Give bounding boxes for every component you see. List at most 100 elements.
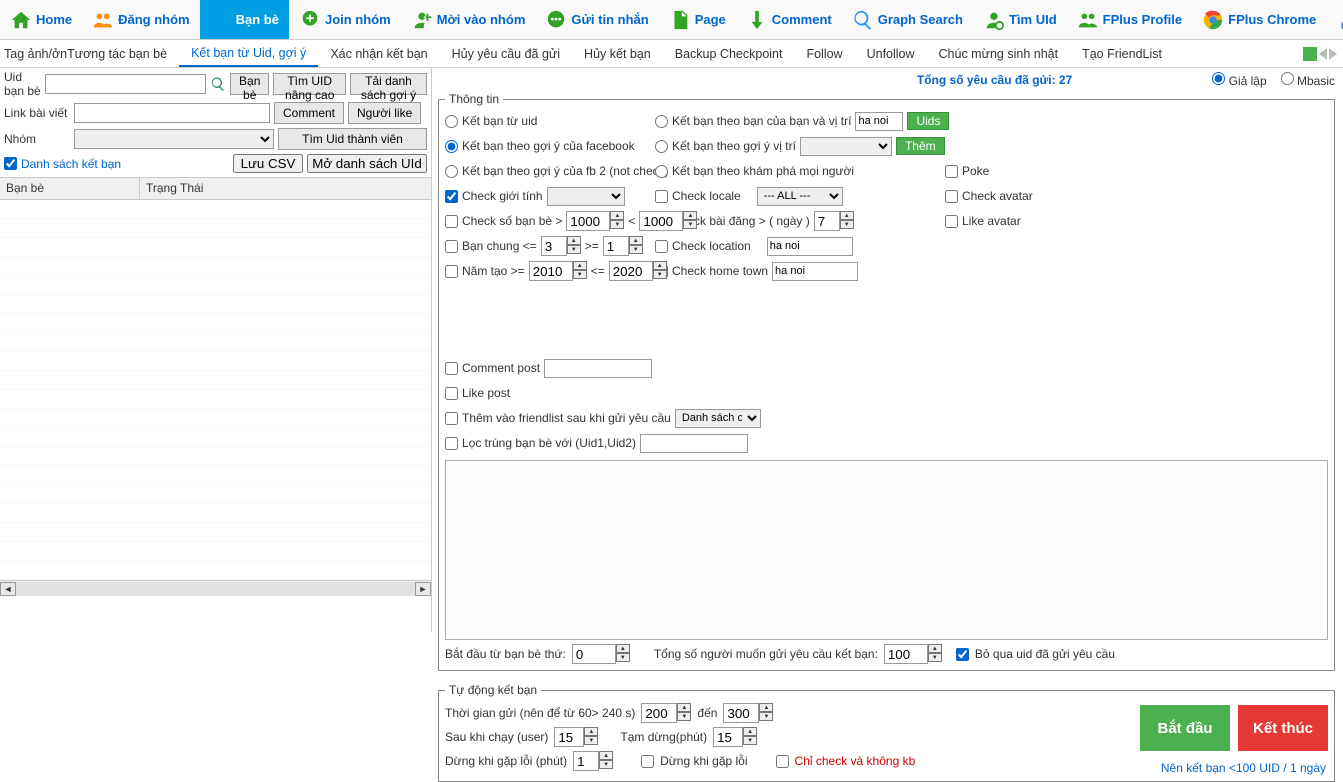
- chk-locale[interactable]: [655, 190, 668, 203]
- spin-down-icon[interactable]: ▼: [683, 220, 697, 229]
- btn-nguoi-like[interactable]: Người like: [348, 102, 421, 124]
- scroll-right-icon[interactable]: ►: [415, 582, 431, 596]
- subtab-huy-yc[interactable]: Hủy yêu cầu đã gửi: [440, 40, 572, 67]
- spin-up-icon[interactable]: ▲: [584, 727, 598, 736]
- spin-up-icon[interactable]: ▲: [683, 211, 697, 220]
- chk-like-avatar[interactable]: [945, 215, 958, 228]
- subtab-unfollow[interactable]: Unfollow: [855, 40, 927, 67]
- btn-mo-ds[interactable]: Mở danh sách UId: [307, 154, 427, 173]
- tam-dung-input[interactable]: [713, 727, 743, 747]
- spin-up-icon[interactable]: ▲: [653, 261, 667, 270]
- thoigian-min[interactable]: [641, 703, 677, 723]
- radio-gialap[interactable]: [1212, 72, 1225, 85]
- spin-down-icon[interactable]: ▼: [567, 245, 581, 254]
- vitri-input[interactable]: [855, 112, 903, 131]
- scroll-track[interactable]: [16, 582, 415, 596]
- tab-tim-uid[interactable]: Tìm UId: [973, 0, 1067, 39]
- subtab-ketban-uid[interactable]: Kết bạn từ Uid, gợi ý: [179, 40, 318, 67]
- chk-ds-kb[interactable]: [4, 157, 17, 170]
- search-icon[interactable]: [210, 74, 226, 94]
- chk-ban-chung[interactable]: [445, 240, 458, 253]
- location-input[interactable]: [767, 237, 853, 256]
- tab-home[interactable]: Home: [0, 0, 82, 39]
- chk-poke[interactable]: [945, 165, 958, 178]
- spin-up-icon[interactable]: ▲: [759, 703, 773, 712]
- btn-bat-dau[interactable]: Bắt đầu: [1140, 705, 1230, 751]
- tab-chrome[interactable]: FPlus Chrome: [1192, 0, 1326, 39]
- subtab-tag[interactable]: Tag ảnh/ởn: [0, 40, 67, 67]
- tab-graph-search[interactable]: Graph Search: [842, 0, 973, 39]
- spin-up-icon[interactable]: ▲: [677, 703, 691, 712]
- tab-comment[interactable]: Comment: [736, 0, 842, 39]
- spin-up-icon[interactable]: ▲: [599, 751, 613, 760]
- nam-tao-max[interactable]: [609, 261, 653, 281]
- chk-them-fl[interactable]: [445, 412, 458, 425]
- nav-prev-icon[interactable]: [1319, 48, 1327, 60]
- radio-uid[interactable]: [445, 115, 458, 128]
- tab-page[interactable]: Page: [659, 0, 736, 39]
- chk-dung-loi[interactable]: [641, 755, 654, 768]
- spin-up-icon[interactable]: ▲: [928, 644, 942, 653]
- spin-up-icon[interactable]: ▲: [610, 211, 624, 220]
- spin-down-icon[interactable]: ▼: [584, 736, 598, 745]
- uid-input[interactable]: [45, 74, 206, 94]
- spin-down-icon[interactable]: ▼: [616, 653, 630, 662]
- spin-down-icon[interactable]: ▼: [840, 220, 854, 229]
- so-bb-max[interactable]: [639, 211, 683, 231]
- bai-dang-val[interactable]: [814, 211, 840, 231]
- radio-kham-pha[interactable]: [655, 165, 668, 178]
- tab-join-nhom[interactable]: Join nhóm: [289, 0, 401, 39]
- radio-fb2[interactable]: [445, 165, 458, 178]
- btn-banbe[interactable]: Bạn bè: [230, 73, 269, 95]
- tab-gui-tin[interactable]: Gửi tin nhắn: [535, 0, 658, 39]
- chk-nam-tao[interactable]: [445, 265, 458, 278]
- spin-up-icon[interactable]: ▲: [567, 236, 581, 245]
- scroll-left-icon[interactable]: ◄: [0, 582, 16, 596]
- bat-dau-input[interactable]: [572, 644, 616, 664]
- loc-trung-input[interactable]: [640, 434, 748, 453]
- hometown-input[interactable]: [772, 262, 858, 281]
- btn-comment[interactable]: Comment: [274, 102, 344, 124]
- nhom-select[interactable]: [74, 129, 274, 149]
- link-input[interactable]: [74, 103, 270, 123]
- btn-tai-ds[interactable]: Tải danh sách gợi ý: [350, 73, 427, 95]
- ban-chung-max[interactable]: [541, 236, 567, 256]
- spin-up-icon[interactable]: ▲: [743, 727, 757, 736]
- chk-chi-check[interactable]: [776, 755, 789, 768]
- goi-y-vt-select[interactable]: [800, 137, 892, 156]
- chk-check-avatar[interactable]: [945, 190, 958, 203]
- gioitinh-select[interactable]: [547, 187, 625, 206]
- tab-ban-be[interactable]: Bạn bè: [200, 0, 289, 39]
- spin-down-icon[interactable]: ▼: [653, 270, 667, 279]
- spin-up-icon[interactable]: ▲: [616, 644, 630, 653]
- spin-down-icon[interactable]: ▼: [928, 653, 942, 662]
- spin-down-icon[interactable]: ▼: [677, 712, 691, 721]
- table-body[interactable]: [0, 200, 431, 580]
- chk-comment-post[interactable]: [445, 362, 458, 375]
- chk-gioitinh[interactable]: [445, 190, 458, 203]
- locale-select[interactable]: --- ALL ---: [757, 187, 843, 206]
- tab-moi-nhom[interactable]: Mời vào nhóm: [401, 0, 536, 39]
- tong-so-input[interactable]: [884, 644, 928, 664]
- spin-down-icon[interactable]: ▼: [573, 270, 587, 279]
- chk-so-bb[interactable]: [445, 215, 458, 228]
- tab-token[interactable]: FPlus Token & Co: [1326, 0, 1343, 39]
- spin-up-icon[interactable]: ▲: [840, 211, 854, 220]
- subtab-tuongtac[interactable]: Tương tác bạn bè: [67, 40, 179, 67]
- dung-loi-input[interactable]: [573, 751, 599, 771]
- chk-location[interactable]: [655, 240, 668, 253]
- nav-next-icon[interactable]: [1329, 48, 1337, 60]
- subtab-chuc-mung[interactable]: Chúc mừng sinh nhật: [927, 40, 1071, 67]
- col-trangthai[interactable]: Trạng Thái: [140, 178, 431, 199]
- btn-tim-uid-nc[interactable]: Tìm UID nâng cao: [273, 73, 346, 95]
- chk-loc-trung[interactable]: [445, 437, 458, 450]
- radio-fb[interactable]: [445, 140, 458, 153]
- col-banbe[interactable]: Bạn bè: [0, 178, 140, 199]
- radio-goi-y-vt[interactable]: [655, 140, 668, 153]
- spin-down-icon[interactable]: ▼: [629, 245, 643, 254]
- subtab-follow[interactable]: Follow: [794, 40, 854, 67]
- radio-gialap-wrap[interactable]: Giả lập: [1212, 72, 1266, 88]
- them-fl-select[interactable]: Danh sách c: [675, 409, 761, 428]
- tab-profile[interactable]: FPlus Profile: [1067, 0, 1192, 39]
- ban-chung-min[interactable]: [603, 236, 629, 256]
